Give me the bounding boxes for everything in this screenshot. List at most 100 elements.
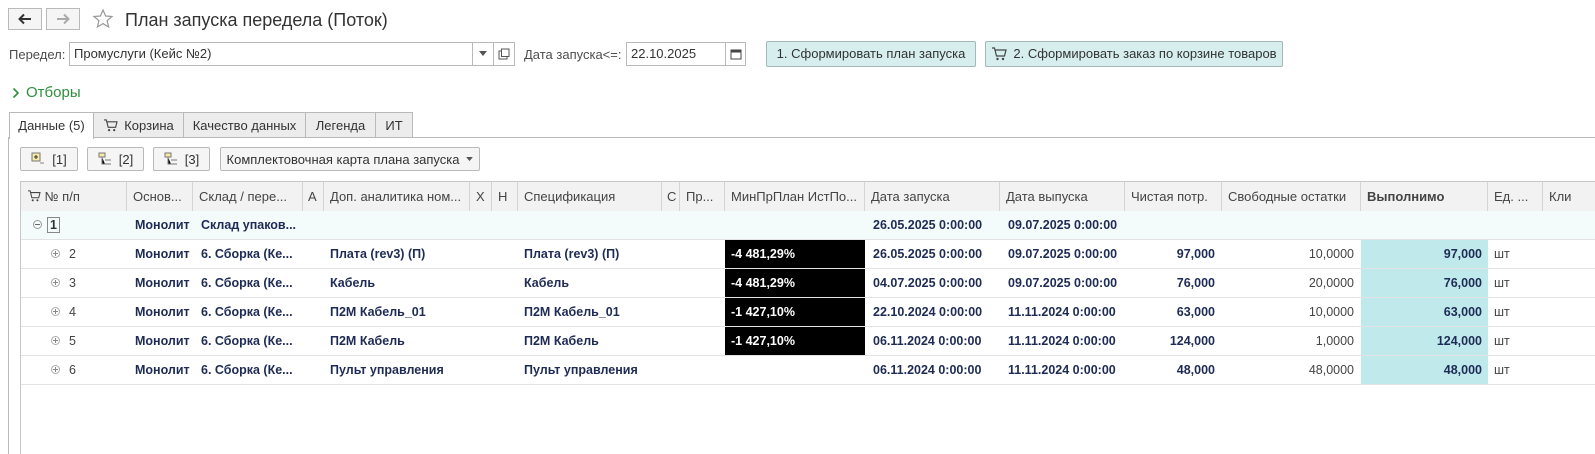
arrow-left-icon (18, 13, 31, 25)
cell-done: 124,000 (1361, 327, 1488, 355)
cart-icon (992, 47, 1008, 61)
cell-unit: шт (1494, 305, 1510, 319)
cell-base: Монолит (135, 334, 190, 348)
level-1-label: [1] (52, 151, 67, 167)
cell-done: 63,000 (1361, 298, 1488, 326)
column-header-minplan[interactable]: МинПрПлан ИстПо... (725, 182, 865, 211)
column-header-client[interactable]: Кли (1543, 182, 1595, 211)
date-field[interactable]: 22.10.2025 (626, 42, 726, 66)
column-header-base[interactable]: Основ... (127, 182, 193, 211)
panel-border (8, 137, 9, 454)
cell-date-end: 11.11.2024 0:00:00 (1008, 334, 1116, 348)
cell-minplan: -1 427,10% (725, 327, 865, 355)
table-group-row[interactable]: 1 Монолит Склад упаков... 26.05.2025 0:0… (21, 211, 1595, 240)
column-header-date-end[interactable]: Дата выпуска (1000, 182, 1125, 211)
cart-icon (104, 119, 118, 132)
level-3-button[interactable]: [3] (153, 147, 210, 171)
expand-icon[interactable] (51, 307, 60, 316)
level-2-label: [2] (118, 151, 134, 167)
tab-data-quality[interactable]: Качество данных (183, 112, 306, 138)
filters-toggle[interactable]: Отборы (12, 84, 81, 101)
column-header-pr[interactable]: Пр... (680, 182, 725, 211)
table-row[interactable]: 5 Монолит 6. Сборка (Ке... П2М Кабель П2… (21, 327, 1595, 356)
cell-free: 20,0000 (1308, 276, 1354, 290)
tab-it[interactable]: ИТ (375, 112, 413, 138)
column-header-label: № п/п (44, 189, 80, 204)
cell-done: 76,000 (1361, 269, 1488, 297)
cell-unit: шт (1494, 363, 1510, 377)
table-row[interactable]: 4 Монолит 6. Сборка (Ке... П2М Кабель_01… (21, 298, 1595, 327)
tree-levels-icon (164, 152, 177, 165)
cell-spec: П2М Кабель_01 (524, 305, 620, 319)
arrow-right-icon (57, 13, 70, 25)
level-1-button[interactable]: [1] (20, 147, 78, 171)
cell-need: 48,000 (1176, 363, 1215, 377)
cell-spec: Кабель (524, 276, 570, 290)
cell-free: 48,0000 (1308, 363, 1354, 377)
cell-need: 63,000 (1176, 305, 1215, 319)
tab-cart[interactable]: Корзина (93, 112, 184, 138)
cell-free: 10,0000 (1308, 247, 1354, 261)
column-header-c[interactable]: С (662, 182, 680, 211)
peredel-open-button[interactable] (493, 42, 515, 66)
calendar-button[interactable] (725, 42, 746, 66)
column-header-x[interactable]: Х (470, 182, 492, 211)
table-row[interactable]: 3 Монолит 6. Сборка (Ке... Кабель Кабель… (21, 269, 1595, 298)
tab-data[interactable]: Данные (5) (9, 112, 94, 139)
build-plan-button[interactable]: 1. Сформировать план запуска (766, 41, 976, 67)
column-header-free[interactable]: Свободные остатки (1222, 182, 1361, 211)
back-button[interactable] (8, 8, 42, 30)
table-row[interactable]: 2 Монолит 6. Сборка (Ке... Плата (rev3) … (21, 240, 1595, 269)
date-label: Дата запуска<=: (524, 47, 622, 62)
cell-sklad: 6. Сборка (Ке... (201, 334, 293, 348)
expand-icon[interactable] (51, 278, 60, 287)
cell-base: Монолит (135, 305, 190, 319)
table-row[interactable]: 6 Монолит 6. Сборка (Ке... Пульт управле… (21, 356, 1595, 385)
expand-icon[interactable] (51, 365, 60, 374)
level-2-button[interactable]: [2] (87, 147, 144, 171)
tab-data-label: Данные (5) (18, 118, 85, 133)
build-order-label: 2. Сформировать заказ по корзине товаров (1013, 46, 1277, 61)
cell-date-start: 22.10.2024 0:00:00 (873, 305, 983, 319)
cell-date-end: 09.07.2025 0:00:00 (1008, 218, 1118, 232)
collapse-icon[interactable] (33, 220, 42, 229)
tab-legend[interactable]: Легенда (305, 112, 376, 138)
cell-date-end: 11.11.2024 0:00:00 (1008, 305, 1116, 319)
tab-divider (8, 137, 1595, 138)
cell-date-end: 09.07.2025 0:00:00 (1008, 276, 1118, 290)
expand-icon[interactable] (51, 336, 60, 345)
table-header: № п/п Основ... Склад / пере... А Доп. ан… (21, 182, 1595, 212)
kit-card-label: Комплектовочная карта плана запуска (226, 151, 460, 167)
favorite-star-icon[interactable] (92, 8, 114, 30)
column-header-num[interactable]: № п/п (21, 182, 127, 211)
kit-card-dropdown[interactable]: Комплектовочная карта плана запуска (220, 147, 480, 171)
cell-spec: П2М Кабель (524, 334, 599, 348)
cell-dop: П2М Кабель (330, 334, 405, 348)
column-header-date-start[interactable]: Дата запуска (865, 182, 1000, 211)
column-header-unit[interactable]: Ед. ... (1488, 182, 1543, 211)
cell-base: Монолит (135, 218, 190, 232)
build-order-button[interactable]: 2. Сформировать заказ по корзине товаров (985, 41, 1283, 67)
column-header-done[interactable]: Выполнимо (1361, 182, 1488, 211)
peredel-dropdown-button[interactable] (472, 42, 494, 66)
column-header-a[interactable]: А (303, 182, 324, 211)
column-header-h[interactable]: Н (492, 182, 518, 211)
column-header-spec[interactable]: Спецификация (518, 182, 662, 211)
tree-expand-icon (31, 152, 45, 164)
cell-date-start: 06.11.2024 0:00:00 (873, 334, 982, 348)
column-header-need[interactable]: Чистая потр. (1125, 182, 1222, 211)
page-title: План запуска передела (Поток) (125, 10, 388, 30)
cell-base: Монолит (135, 363, 190, 377)
forward-button[interactable] (46, 8, 80, 30)
cell-date-start: 04.07.2025 0:00:00 (873, 276, 983, 290)
data-table[interactable]: № п/п Основ... Склад / пере... А Доп. ан… (20, 181, 1595, 454)
peredel-field[interactable]: Промуслуги (Кейс №2) (69, 42, 473, 66)
cell-date-start: 06.11.2024 0:00:00 (873, 363, 982, 377)
cell-need: 76,000 (1176, 276, 1215, 290)
column-header-sklad[interactable]: Склад / пере... (193, 182, 303, 211)
cell-need: 97,000 (1176, 247, 1215, 261)
cell-sklad: 6. Сборка (Ке... (201, 276, 293, 290)
column-header-dop[interactable]: Доп. аналитика ном... (324, 182, 470, 211)
expand-icon[interactable] (51, 249, 60, 258)
cart-icon (28, 190, 41, 202)
